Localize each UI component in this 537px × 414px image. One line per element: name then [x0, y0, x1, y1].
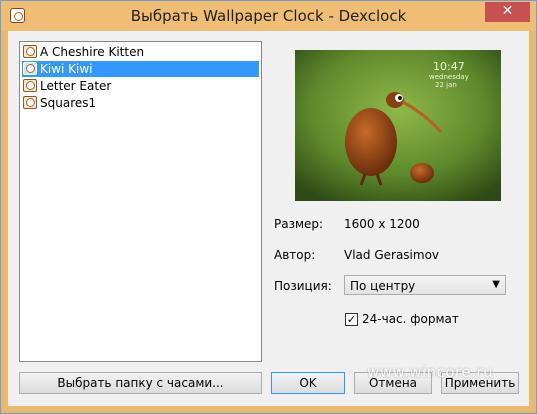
- clock-time: 10:47: [433, 60, 465, 73]
- list-item-label: Squares1: [40, 96, 97, 110]
- wallpaper-preview: 10:47 wednesday 22 jan: [295, 50, 501, 201]
- dialog-body: A Cheshire Kitten Kiwi Kiwi Letter Eater…: [8, 31, 529, 406]
- wallpaper-clock-list[interactable]: A Cheshire Kitten Kiwi Kiwi Letter Eater…: [19, 41, 262, 362]
- window-title: Выбрать Wallpaper Clock - Dexclock: [130, 7, 407, 25]
- clock-icon: [23, 79, 37, 92]
- list-item[interactable]: Letter Eater: [22, 78, 259, 94]
- author-value: Vlad Gerasimov: [344, 248, 440, 262]
- list-item-label: Letter Eater: [40, 79, 112, 93]
- dialog-window: Выбрать Wallpaper Clock - Dexclock ✕ A C…: [0, 0, 537, 414]
- position-selected-value: По центру: [350, 279, 416, 293]
- clock-day: wednesday: [429, 73, 469, 81]
- clock-icon: [23, 45, 37, 58]
- title-bar[interactable]: Выбрать Wallpaper Clock - Dexclock ✕: [1, 1, 536, 31]
- kiwi-bird-body: [345, 108, 397, 176]
- ok-button[interactable]: OK: [271, 372, 345, 394]
- author-label: Автор:: [274, 248, 316, 262]
- list-item-label: Kiwi Kiwi: [40, 62, 93, 76]
- close-button[interactable]: ✕: [485, 2, 530, 22]
- position-select[interactable]: По центру ▼: [344, 275, 506, 295]
- format-24h-checkbox[interactable]: ✓: [345, 313, 358, 326]
- size-value: 1600 x 1200: [344, 217, 420, 231]
- size-label: Размер:: [274, 217, 324, 231]
- choose-folder-button[interactable]: Выбрать папку с часами...: [19, 372, 262, 394]
- list-item-selected[interactable]: Kiwi Kiwi: [22, 61, 259, 77]
- clock-date: 22 jan: [435, 81, 457, 89]
- clock-icon: [23, 62, 37, 75]
- kiwi-fruit: [410, 163, 434, 183]
- clock-icon: [23, 96, 37, 109]
- watermark-text: www.wincore.ru: [367, 363, 494, 381]
- position-label: Позиция:: [274, 279, 332, 293]
- chevron-down-icon: ▼: [492, 279, 500, 290]
- list-item[interactable]: Squares1: [22, 95, 259, 111]
- format-24h-label[interactable]: 24-час. формат: [362, 312, 459, 326]
- list-item[interactable]: A Cheshire Kitten: [22, 44, 259, 60]
- list-item-label: A Cheshire Kitten: [40, 45, 145, 59]
- kiwi-wallpaper-image: [295, 50, 501, 201]
